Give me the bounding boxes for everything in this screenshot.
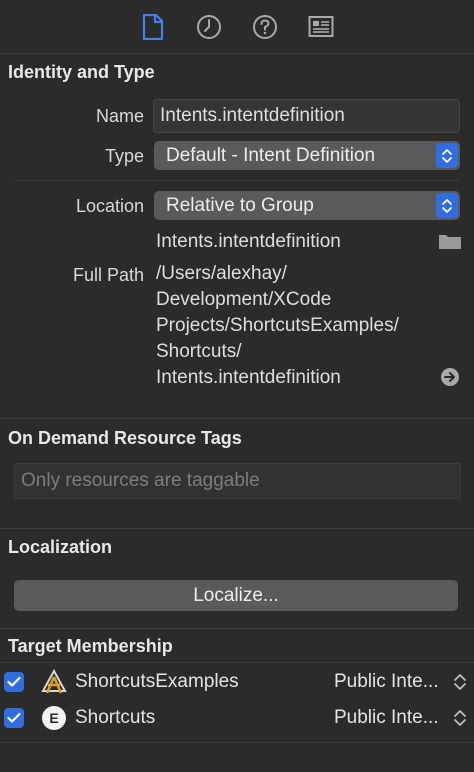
full-path-label: Full Path — [72, 265, 144, 285]
section-divider — [0, 662, 474, 663]
reveal-in-finder-icon[interactable] — [440, 367, 460, 392]
target-checkbox[interactable] — [4, 672, 24, 692]
name-label: Name — [95, 106, 144, 126]
type-popup[interactable]: Default - Intent Definition — [154, 141, 460, 170]
localize-button[interactable]: Localize... — [14, 580, 458, 611]
section-divider — [0, 528, 474, 529]
full-path-line: Projects/ShortcutsExamples/ — [156, 315, 399, 336]
chevron-updown-icon[interactable] — [452, 707, 468, 729]
target-name: ShortcutsExamples — [75, 671, 239, 692]
inspector-toolbar — [0, 0, 474, 54]
full-path-line: Intents.intentdefinition — [156, 367, 341, 388]
section-divider — [0, 628, 474, 629]
identity-section-header: Identity and Type — [8, 62, 155, 82]
quick-help-icon[interactable] — [252, 14, 278, 40]
full-path-line: /Users/alexhay/ — [156, 263, 287, 284]
target-row: ShortcutsExamples Public Inte... — [0, 665, 474, 701]
type-popup-value: Default - Intent Definition — [166, 144, 376, 166]
identity-divider — [14, 180, 460, 181]
chevron-updown-icon — [436, 193, 458, 218]
full-path-line: Shortcuts/ — [156, 341, 242, 362]
target-name: Shortcuts — [75, 707, 156, 728]
type-label: Type — [104, 146, 144, 166]
target-visibility-popup[interactable]: Public Inte... — [334, 671, 439, 693]
odr-section-header: On Demand Resource Tags — [8, 428, 242, 448]
target-checkbox[interactable] — [4, 708, 24, 728]
history-inspector-icon[interactable] — [196, 14, 222, 40]
file-inspector-icon[interactable] — [140, 13, 166, 40]
section-divider — [0, 418, 474, 419]
chevron-updown-icon[interactable] — [452, 671, 468, 693]
target-membership-header: Target Membership — [8, 636, 173, 656]
location-file-name: Intents.intentdefinition — [156, 231, 341, 252]
target-visibility-popup[interactable]: Public Inte... — [334, 707, 439, 729]
location-popup-value: Relative to Group — [166, 194, 314, 216]
identity-inspector-icon[interactable] — [308, 14, 334, 40]
section-divider — [0, 742, 474, 743]
full-path-line: Development/XCode — [156, 289, 332, 310]
localization-section-header: Localization — [8, 537, 113, 557]
location-label: Location — [75, 196, 144, 216]
target-row: E Shortcuts Public Inte... — [0, 701, 474, 737]
extension-target-icon: E — [40, 705, 68, 731]
location-popup[interactable]: Relative to Group — [154, 191, 460, 220]
name-field[interactable]: Intents.intentdefinition — [153, 99, 460, 133]
chevron-updown-icon — [436, 143, 458, 168]
resource-tags-field: Only resources are taggable — [14, 463, 461, 499]
app-target-icon — [40, 669, 68, 695]
svg-text:E: E — [49, 710, 58, 726]
folder-icon[interactable] — [438, 232, 462, 255]
